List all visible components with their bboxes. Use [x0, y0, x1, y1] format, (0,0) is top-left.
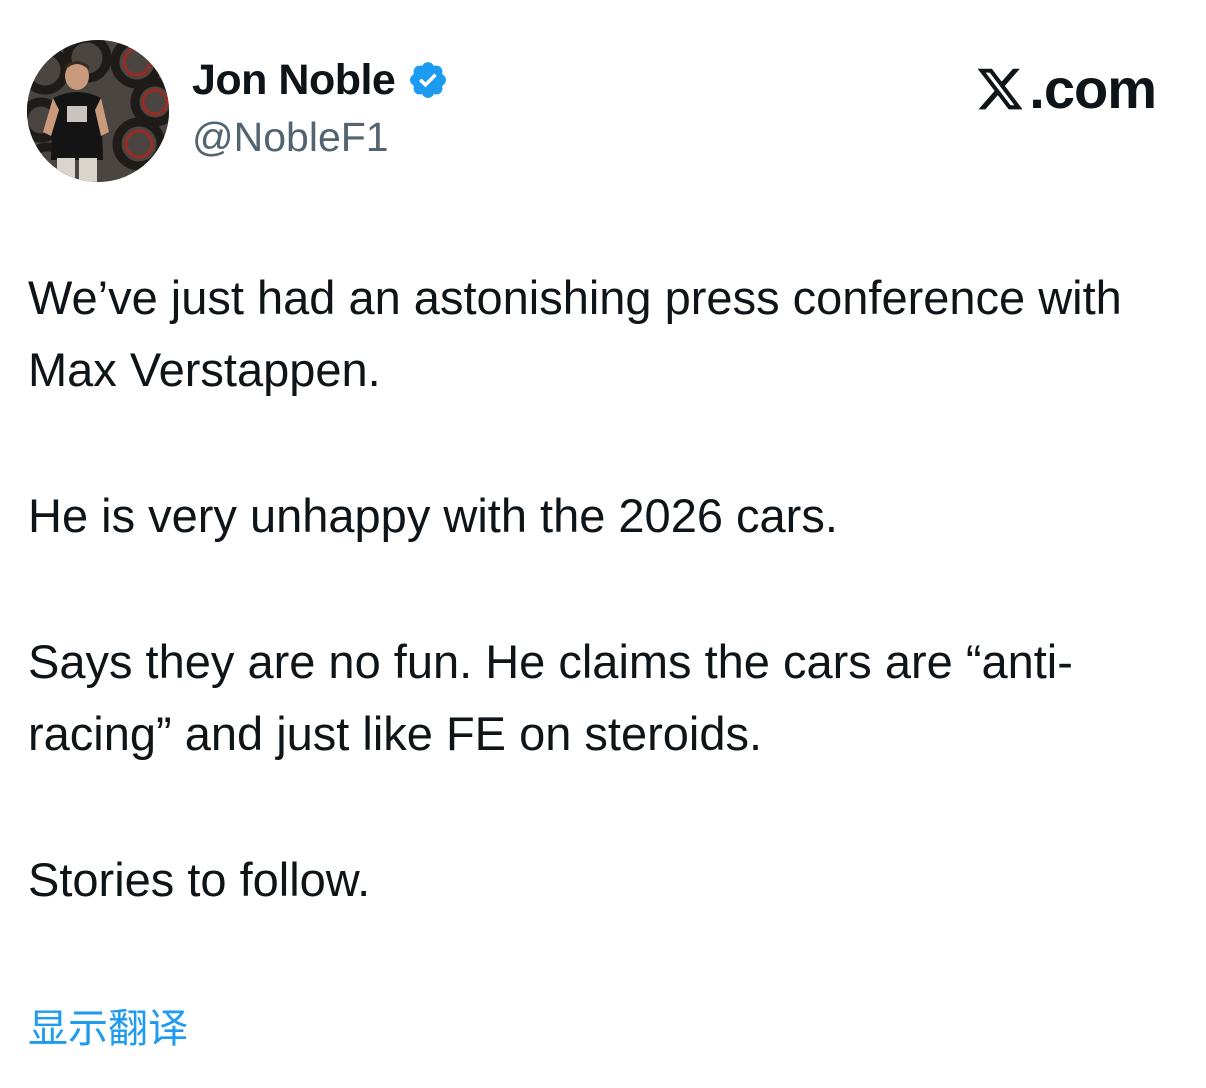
profile-photo-icon — [27, 40, 169, 182]
tweet-paragraph: Stories to follow. — [28, 853, 371, 906]
x-com-watermark: .com — [975, 56, 1157, 121]
verified-badge-icon[interactable] — [407, 59, 449, 101]
author-name-row: Jon Noble — [192, 52, 449, 108]
tweet-paragraph: He is very unhappy with the 2026 cars. — [28, 489, 838, 542]
author-display-name[interactable]: Jon Noble — [192, 56, 396, 105]
tweet-paragraph: Says they are no fun. He claims the cars… — [28, 635, 1073, 760]
show-translation-link[interactable]: 显示翻译 — [28, 996, 188, 1054]
tweet-body: We’ve just had an astonishing press conf… — [28, 262, 1188, 990]
x-logo-icon — [977, 68, 1023, 109]
author-block: Jon Noble @NobleF1 — [192, 52, 449, 161]
avatar[interactable] — [27, 40, 169, 182]
tweet-card: Jon Noble @NobleF1 .com We’ve just had a… — [0, 0, 1206, 1088]
author-handle[interactable]: @NobleF1 — [192, 114, 449, 161]
brand-label: .com — [1029, 57, 1157, 120]
tweet-paragraph: We’ve just had an astonishing press conf… — [28, 271, 1122, 396]
